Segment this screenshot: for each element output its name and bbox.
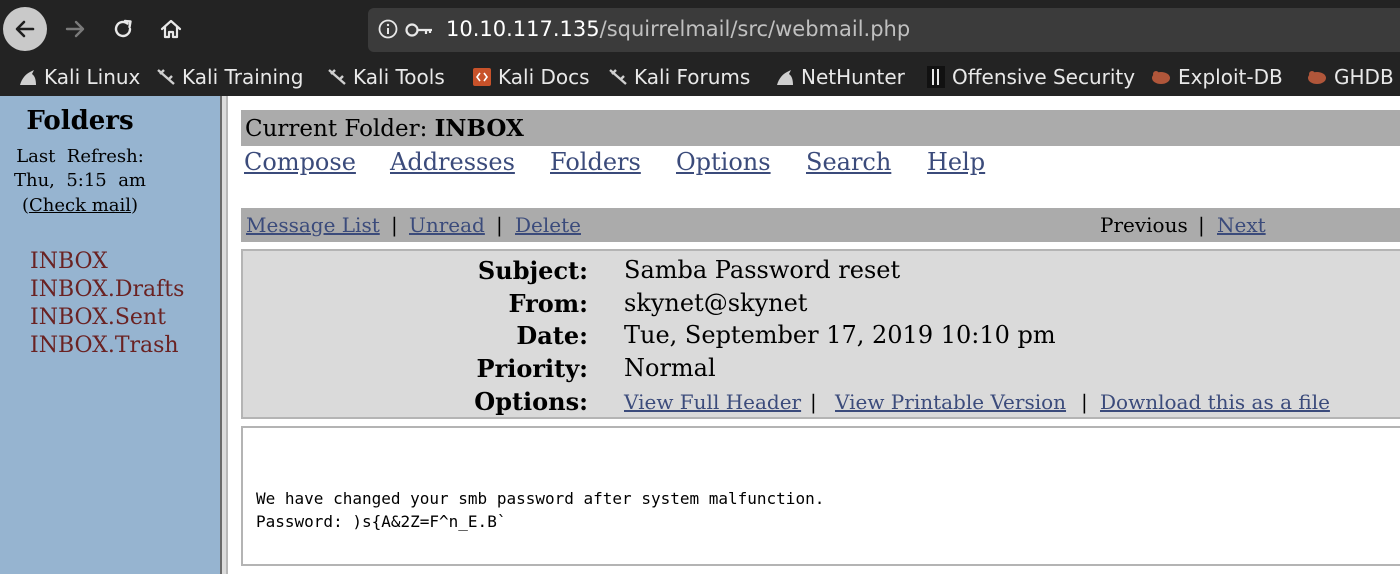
- nav-compose[interactable]: Compose: [244, 148, 356, 176]
- kali-dragon-icon: [18, 68, 38, 86]
- nav-options[interactable]: Options: [676, 148, 771, 176]
- separator: |: [1198, 213, 1205, 237]
- bookmark-label: Exploit-DB: [1178, 65, 1283, 89]
- folder-inbox-drafts[interactable]: INBOX.Drafts: [30, 276, 184, 304]
- date-label: Date:: [516, 321, 588, 350]
- separator: |: [496, 213, 503, 237]
- bookmark-label: NetHunter: [801, 65, 905, 89]
- folder-inbox-sent[interactable]: INBOX.Sent: [30, 304, 184, 332]
- home-icon: [160, 19, 182, 39]
- priority-value: Normal: [624, 354, 716, 382]
- kali-dragon-icon: [327, 68, 347, 86]
- bookmark-label: Kali Training: [182, 65, 304, 89]
- offsec-icon: [926, 65, 946, 89]
- body-line: Password: )s{A&2Z=F^n_E.B`: [256, 512, 507, 531]
- bookmark-label: Kali Forums: [634, 65, 751, 89]
- docs-icon: [472, 67, 492, 87]
- last-refresh-label: Last Refresh:: [16, 146, 144, 167]
- separator: |: [1081, 390, 1088, 414]
- info-icon[interactable]: [378, 19, 398, 43]
- bookmark-exploit-db[interactable]: Exploit-DB: [1150, 58, 1283, 96]
- bookmark-label: GHDB: [1334, 65, 1394, 89]
- reload-button[interactable]: [103, 7, 143, 51]
- bookmark-label: Kali Linux: [44, 65, 141, 89]
- options-label: Options:: [474, 387, 588, 416]
- home-button[interactable]: [151, 7, 191, 51]
- nav-addresses[interactable]: Addresses: [390, 148, 515, 176]
- url-host: 10.10.117.135: [446, 17, 600, 41]
- folder-inbox[interactable]: INBOX: [30, 248, 184, 276]
- bookmark-ghdb[interactable]: GHDB: [1306, 58, 1394, 96]
- subject-label: Subject:: [477, 256, 588, 285]
- folders-title: Folders: [26, 106, 134, 136]
- folder-list: INBOX INBOX.Drafts INBOX.Sent INBOX.Tras…: [30, 248, 184, 360]
- kali-dragon-icon: [775, 68, 795, 86]
- bookmark-label: Kali Tools: [353, 65, 445, 89]
- address-bar[interactable]: 10.10.117.135/squirrelmail/src/webmail.p…: [368, 8, 1400, 52]
- current-folder-name: INBOX: [434, 115, 524, 142]
- check-mail: (Check mail): [21, 195, 139, 216]
- bookmark-kali-forums[interactable]: Kali Forums: [608, 58, 750, 96]
- arrow-left-icon: [15, 20, 35, 38]
- bookmarks-bar: Kali Linux Kali Training Kali Tools Kali…: [0, 58, 1400, 96]
- nav-help[interactable]: Help: [927, 148, 985, 176]
- nav-folders[interactable]: Folders: [550, 148, 641, 176]
- bookmark-kali-linux[interactable]: Kali Linux: [18, 58, 140, 96]
- reload-icon: [114, 19, 132, 38]
- view-full-header-link[interactable]: View Full Header: [624, 390, 801, 414]
- unread-link[interactable]: Unread: [409, 213, 485, 237]
- frame-divider[interactable]: [220, 96, 228, 574]
- next-link[interactable]: Next: [1217, 213, 1266, 237]
- arrow-right-icon: [65, 20, 85, 38]
- url-text[interactable]: 10.10.117.135/squirrelmail/src/webmail.p…: [446, 17, 910, 41]
- download-file-link[interactable]: Download this as a file: [1100, 390, 1330, 414]
- message-body: We have changed your smb password after …: [241, 426, 1400, 566]
- exploit-db-icon: [1150, 68, 1172, 86]
- back-button[interactable]: [3, 7, 47, 51]
- from-value: skynet@skynet: [624, 289, 808, 317]
- previous-label: Previous: [1100, 213, 1188, 237]
- url-path: /squirrelmail/src/webmail.php: [599, 17, 911, 41]
- folder-sidebar: Folders Last Refresh: Thu, 5:15 am (Chec…: [0, 96, 220, 574]
- kali-dragon-icon: [608, 68, 628, 86]
- kali-dragon-icon: [156, 68, 176, 86]
- bookmark-kali-docs[interactable]: Kali Docs: [472, 58, 590, 96]
- current-folder-bar: Current Folder: INBOX: [241, 110, 1400, 146]
- subject-value: Samba Password reset: [624, 256, 901, 284]
- key-icon[interactable]: [404, 22, 434, 42]
- separator: |: [810, 390, 817, 414]
- message-headers: Subject: Samba Password reset From: skyn…: [241, 249, 1400, 419]
- bookmark-offensive-security[interactable]: Offensive Security: [926, 58, 1135, 96]
- folder-inbox-trash[interactable]: INBOX.Trash: [30, 332, 184, 360]
- current-folder: Current Folder: INBOX: [245, 115, 524, 142]
- last-refresh-time: Thu, 5:15 am: [13, 170, 147, 191]
- body-line: We have changed your smb password after …: [256, 489, 825, 508]
- from-label: From:: [508, 289, 588, 318]
- bookmark-label: Offensive Security: [952, 65, 1136, 89]
- message-nav-bar: Message List | Unread | Delete Previous …: [241, 208, 1400, 242]
- priority-label: Priority:: [476, 354, 588, 383]
- bookmark-nethunter[interactable]: NetHunter: [775, 58, 905, 96]
- message-list-link[interactable]: Message List: [246, 213, 380, 237]
- bookmark-kali-tools[interactable]: Kali Tools: [327, 58, 445, 96]
- delete-link[interactable]: Delete: [515, 213, 581, 237]
- browser-toolbar: 10.10.117.135/squirrelmail/src/webmail.p…: [0, 0, 1400, 58]
- separator: |: [391, 213, 398, 237]
- forward-button[interactable]: [55, 7, 95, 51]
- exploit-db-icon: [1306, 68, 1328, 86]
- bookmark-label: Kali Docs: [498, 65, 590, 89]
- bookmark-kali-training[interactable]: Kali Training: [156, 58, 303, 96]
- nav-search[interactable]: Search: [806, 148, 891, 176]
- date-value: Tue, September 17, 2019 10:10 pm: [624, 321, 1056, 349]
- check-mail-link[interactable]: Check mail: [29, 195, 131, 216]
- view-printable-link[interactable]: View Printable Version: [835, 390, 1066, 414]
